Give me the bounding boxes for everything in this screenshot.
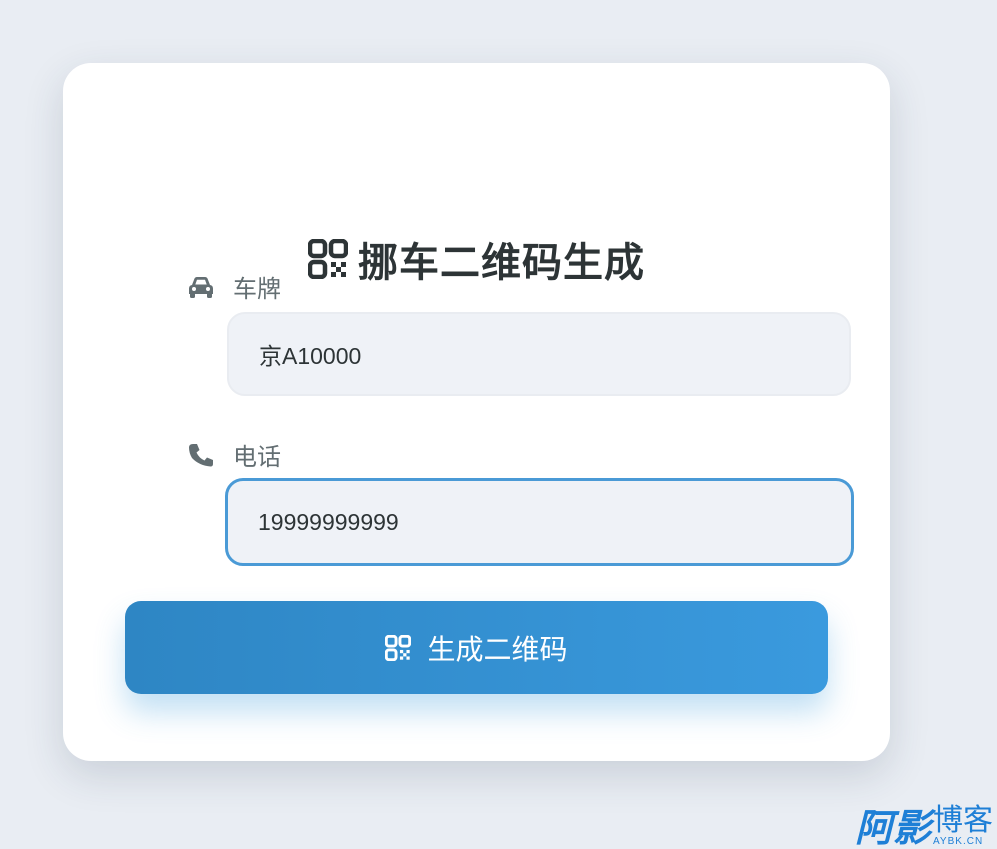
watermark-logo: 阿影 博客 AYBK.CN — [854, 803, 993, 849]
watermark-domain: AYBK.CN — [933, 836, 984, 847]
phone-label: 电话 — [187, 437, 281, 472]
phone-label-text: 电话 — [233, 443, 281, 471]
generate-button-label: 生成二维码 — [427, 632, 568, 666]
plate-label-text: 车牌 — [233, 275, 281, 303]
phone-icon — [187, 442, 215, 468]
plate-label: 车牌 — [187, 269, 281, 304]
watermark-brand-main: 阿影 — [854, 806, 931, 849]
qrcode-icon — [308, 239, 348, 279]
page-title: 挪车二维码生成 — [358, 240, 645, 286]
generate-qrcode-button[interactable]: 生成二维码 — [125, 601, 828, 694]
car-icon — [187, 275, 215, 299]
qrcode-icon — [385, 634, 412, 661]
phone-input[interactable] — [225, 478, 854, 566]
watermark-right: 博客 AYBK.CN — [933, 803, 993, 848]
plate-input[interactable] — [227, 312, 851, 396]
watermark-brand-sub: 博客 — [933, 803, 993, 838]
